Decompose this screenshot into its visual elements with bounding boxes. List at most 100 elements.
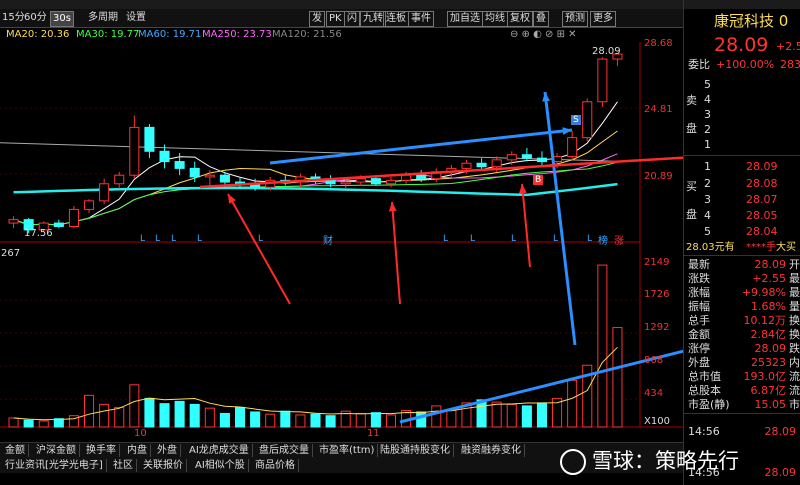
tab-pe-ttm[interactable]: 市盈率(ttm) <box>316 444 379 457</box>
tab-outer[interactable]: 外盘 <box>154 444 181 457</box>
add-watchlist-button[interactable]: 加自选 <box>447 11 483 27</box>
ma-button[interactable]: 均线 <box>482 11 508 27</box>
volume-bar <box>280 410 291 428</box>
volume-bar <box>612 327 623 428</box>
settings-button[interactable]: 设置 <box>124 11 148 25</box>
volume-max-label: 267 <box>1 248 21 259</box>
limit-up-button[interactable]: 连板 <box>383 11 409 27</box>
candle-body <box>219 174 230 183</box>
stock-price: 28.09 <box>714 34 769 56</box>
ma120-value: MA120: 21.56 <box>272 29 342 40</box>
top-menu-strip <box>0 0 800 9</box>
stat-unit: 最 <box>789 272 800 285</box>
forecast-button[interactable]: 预测 <box>562 11 588 27</box>
volume-bar <box>23 419 34 428</box>
chart-tool-icons[interactable]: ⊖ ⊕ ◐ ⊘ ⊞ ✕ <box>510 28 577 42</box>
candle-body <box>476 162 487 168</box>
price-axis-label-mid: 24.81 <box>644 104 673 115</box>
candle-body <box>53 222 64 227</box>
tab-amount[interactable]: 金额 <box>2 444 29 457</box>
candle-body <box>567 137 578 157</box>
ma250-value: MA250: 23.73 <box>202 29 272 40</box>
finance-marker[interactable]: 财 <box>323 232 333 247</box>
l-marker: L <box>587 234 592 244</box>
buy-marker[interactable]: B <box>533 175 544 185</box>
limit-order-row: 28.03元有 ****手 大买 <box>684 241 800 255</box>
high-price-label: 28.09 <box>592 46 621 57</box>
event-button[interactable]: 事件 <box>408 11 434 27</box>
ma20-value: MA20: 20.36 <box>6 29 70 40</box>
volume-bar <box>219 412 230 428</box>
volume-bar <box>310 413 321 428</box>
sell-marker[interactable]: S <box>571 115 581 125</box>
tab-ai-similar[interactable]: AI相似个股 <box>192 459 249 472</box>
tab-ai-volume[interactable]: AI龙虎成交量 <box>186 444 253 457</box>
candle-body <box>582 101 593 139</box>
candle-body <box>189 167 200 178</box>
period-60m-button[interactable]: 60分 <box>22 11 49 25</box>
stat-unit: 换 <box>789 314 800 327</box>
more-button[interactable]: 更多 <box>590 11 616 27</box>
tab-hk-connect[interactable]: 陆股通持股变化 <box>377 444 454 457</box>
ask-3: 3 <box>704 108 711 121</box>
tab-turnover[interactable]: 换手率 <box>83 444 120 457</box>
stat-row: 外盘 25323 内 <box>688 356 800 370</box>
stat-row: 涨幅 +9.98% 最 <box>688 286 800 300</box>
low-price-label: 17.56 <box>24 228 53 239</box>
annotation-arrow <box>391 201 401 305</box>
watermark-text: 雪球：策略先行 <box>592 449 739 473</box>
kline-chart-area[interactable]: LLLLLLLLLL 28.68 24.81 20.89 28.09 17.56… <box>0 38 761 472</box>
limit-marker[interactable]: 涨 <box>614 232 624 247</box>
tab-industry-news[interactable]: 行业资讯[光学光电子] <box>2 459 107 472</box>
flash-button[interactable]: 闪 <box>344 11 360 27</box>
tab-related-quotes[interactable]: 关联报价 <box>140 459 187 472</box>
tab-after-volume[interactable]: 盘后成交量 <box>256 444 313 457</box>
candle-body <box>597 58 608 103</box>
stat-row: 总市值 193.0亿流 <box>688 370 800 384</box>
tab-margin[interactable]: 融资融券变化 <box>458 444 525 457</box>
stock-change: +2.5 <box>776 40 800 53</box>
pk-button[interactable]: PK <box>326 11 345 27</box>
volume-bar <box>506 403 517 428</box>
ma30-value: MA30: 19.77 <box>76 29 140 40</box>
ask-4: 4 <box>704 93 711 106</box>
publish-button[interactable]: 发 <box>309 11 325 27</box>
volume-bar <box>265 413 276 428</box>
chart-toolbar: 15分 60分 30s 多周期 设置 发 PK 闪 九转 连板 事件 加自选 均… <box>0 9 688 28</box>
stat-label: 金额 <box>688 328 710 341</box>
multi-period-button[interactable]: 多周期 <box>86 11 120 25</box>
vol-axis-unit: X100 <box>644 416 670 427</box>
ticks-divider <box>684 413 800 414</box>
period-30s-button[interactable]: 30s <box>50 11 74 27</box>
stat-label: 涨幅 <box>688 286 710 299</box>
volume-bar <box>114 406 125 428</box>
volume-bar <box>431 405 442 428</box>
candle-body <box>521 154 532 159</box>
volume-bar <box>491 401 502 428</box>
candle-body <box>99 183 110 202</box>
bid-2-level: 2 <box>704 177 711 190</box>
stat-label: 总市值 <box>688 370 721 383</box>
tab-hs-amount[interactable]: 沪深金额 <box>33 444 80 457</box>
stat-row: 总股本 6.87亿流 <box>688 384 800 398</box>
candle-body <box>506 154 517 161</box>
volume-bar <box>597 264 608 428</box>
tab-commodity[interactable]: 商品价格 <box>252 459 299 472</box>
stat-label: 外盘 <box>688 356 710 369</box>
tab-inner[interactable]: 内盘 <box>124 444 151 457</box>
stat-value: 193.0亿 <box>743 370 787 383</box>
adjust-button[interactable]: 复权 <box>507 11 533 27</box>
stat-unit: 跌 <box>789 342 800 355</box>
overlay-button[interactable]: 叠 <box>533 11 549 27</box>
tick-row: 14:56 28.09 <box>688 425 800 439</box>
sell-side-label-2: 盘 <box>686 122 697 135</box>
l-marker: L <box>140 234 145 244</box>
stat-row: 涨停 28.09 跌 <box>688 342 800 356</box>
rank-marker[interactable]: 榜 <box>598 232 608 247</box>
x-label-11: 11 <box>367 428 380 439</box>
tab-community[interactable]: 社区 <box>110 459 137 472</box>
l-marker: L <box>443 234 448 244</box>
stat-row: 涨跌 +2.55 最 <box>688 272 800 286</box>
kline-svg: LLLLLLLLLL <box>0 42 761 428</box>
stat-unit: 流 <box>789 384 800 397</box>
